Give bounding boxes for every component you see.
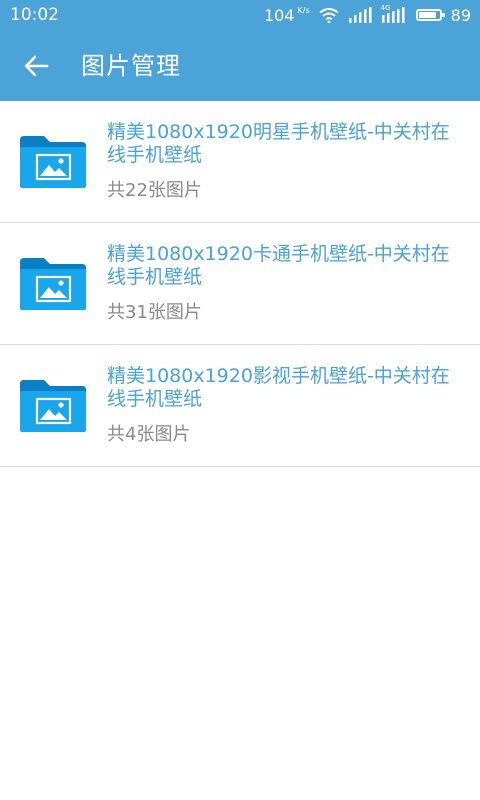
album-list: 精美1080x1920明星手机壁纸-中关村在线手机壁纸 共22张图片 精美108… (0, 101, 480, 467)
album-item[interactable]: 精美1080x1920明星手机壁纸-中关村在线手机壁纸 共22张图片 (0, 101, 480, 223)
page-title: 图片管理 (81, 52, 181, 80)
album-count: 共4张图片 (107, 424, 191, 445)
status-time: 10:02 (10, 5, 59, 25)
image-folder-icon (20, 258, 86, 310)
wifi-icon (319, 8, 339, 23)
album-count: 共31张图片 (107, 302, 202, 323)
album-title: 精美1080x1920影视手机壁纸-中关村在线手机壁纸 (107, 365, 450, 410)
arrow-left-icon (24, 55, 49, 77)
network-speed-value: 104 (263, 5, 295, 25)
signal-4g-icon: 4G (381, 4, 407, 23)
status-bar: 10:02 104 K/s 4G 89 (0, 0, 480, 30)
battery-level: 89 (450, 5, 471, 25)
battery-fill (418, 12, 437, 18)
album-title: 精美1080x1920明星手机壁纸-中关村在线手机壁纸 (107, 121, 450, 166)
image-folder-icon (20, 380, 86, 432)
battery-icon (415, 9, 445, 21)
album-item[interactable]: 精美1080x1920卡通手机壁纸-中关村在线手机壁纸 共31张图片 (0, 223, 480, 345)
image-folder-icon (20, 136, 86, 188)
status-icons: 104 K/s 4G 89 (264, 4, 471, 25)
network-speed-unit: K/s (297, 5, 310, 15)
app-bar: 图片管理 (0, 30, 480, 101)
network-speed: 104 K/s (264, 6, 310, 25)
album-title: 精美1080x1920卡通手机壁纸-中关村在线手机壁纸 (107, 243, 450, 288)
album-count: 共22张图片 (107, 180, 202, 201)
signal-icon (348, 7, 372, 23)
album-item[interactable]: 精美1080x1920影视手机壁纸-中关村在线手机壁纸 共4张图片 (0, 345, 480, 467)
back-button[interactable] (14, 46, 58, 86)
